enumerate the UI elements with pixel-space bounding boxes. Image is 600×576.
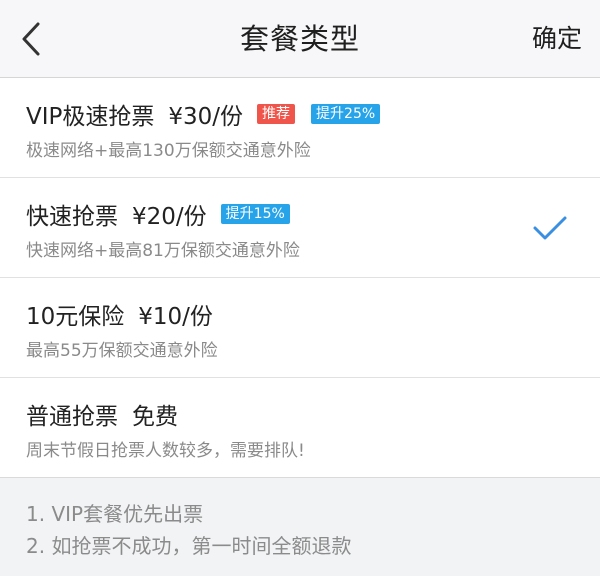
package-name: 普通抢票 <box>26 404 118 430</box>
package-price: ¥20/份 <box>132 204 207 230</box>
package-desc: 最高55万保额交通意外险 <box>26 341 218 361</box>
note-item: 2. 如抢票不成功，第一时间全额退款 <box>26 534 352 558</box>
confirm-button[interactable]: 确定 <box>532 0 582 78</box>
note-item: 1. VIP套餐优先出票 <box>26 502 204 526</box>
package-list: VIP极速抢票 ¥30/份 推荐 提升25% 极速网络+最高130万保额交通意外… <box>0 78 600 478</box>
package-desc: 周末节假日抢票人数较多，需要排队! <box>26 441 305 461</box>
package-price: ¥30/份 <box>168 104 244 130</box>
recommend-badge: 推荐 <box>257 104 296 124</box>
checkmark-icon <box>533 216 567 240</box>
package-option-vip[interactable]: VIP极速抢票 ¥30/份 推荐 提升25% 极速网络+最高130万保额交通意外… <box>0 78 600 178</box>
package-price: ¥10/份 <box>138 304 213 330</box>
package-option-insurance[interactable]: 10元保险 ¥10/份 最高55万保额交通意外险 <box>0 278 600 378</box>
package-desc: 极速网络+最高130万保额交通意外险 <box>26 141 311 161</box>
boost-badge: 提升25% <box>311 104 381 124</box>
package-name: 10元保险 <box>26 304 125 330</box>
boost-badge: 提升15% <box>220 204 290 224</box>
nav-bar: 套餐类型 确定 <box>0 0 600 78</box>
package-price: 免费 <box>132 404 178 430</box>
notes-section: 1. VIP套餐优先出票 2. 如抢票不成功，第一时间全额退款 <box>0 480 600 576</box>
package-name: VIP极速抢票 <box>26 104 155 130</box>
page-title: 套餐类型 <box>239 22 360 56</box>
package-desc: 快速网络+最高81万保额交通意外险 <box>26 241 300 261</box>
package-name: 快速抢票 <box>26 204 118 230</box>
package-option-normal[interactable]: 普通抢票 免费 周末节假日抢票人数较多，需要排队! <box>0 378 600 478</box>
package-option-fast[interactable]: 快速抢票 ¥20/份 提升15% 快速网络+最高81万保额交通意外险 <box>0 178 600 278</box>
